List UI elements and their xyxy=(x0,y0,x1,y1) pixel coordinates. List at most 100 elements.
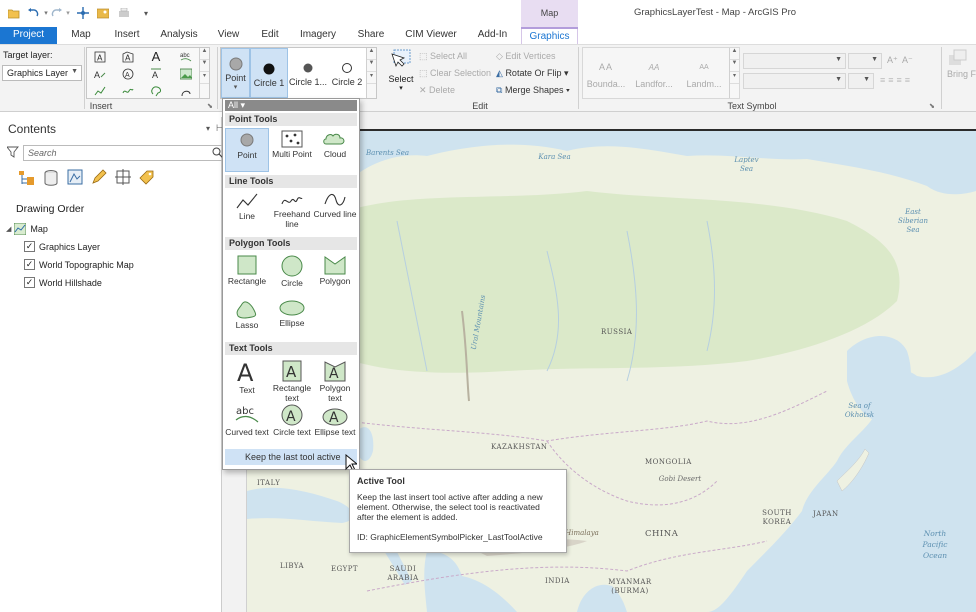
drawing-order-icon[interactable] xyxy=(18,169,36,189)
layer-row[interactable]: ✓ World Topographic Map xyxy=(24,259,134,270)
tab-add-in[interactable]: Add-In xyxy=(470,27,515,44)
gallery-item-circle-2[interactable]: Circle 2 xyxy=(328,48,366,98)
text-symbol-launcher-icon[interactable]: ⬊ xyxy=(929,102,935,110)
tool-circle-text[interactable]: A Circle text xyxy=(270,402,314,446)
tab-map[interactable]: Map xyxy=(62,27,100,44)
tab-imagery[interactable]: Imagery xyxy=(295,27,341,44)
curved-text-icon[interactable]: abc xyxy=(179,50,193,64)
print-icon[interactable] xyxy=(118,7,130,19)
selection-icon[interactable] xyxy=(67,169,83,187)
collapse-icon[interactable]: ◢ xyxy=(6,225,11,233)
redo-dropdown-icon[interactable]: ▾ xyxy=(62,7,74,19)
explore-icon[interactable] xyxy=(77,7,89,19)
layer-label: World Topographic Map xyxy=(39,259,134,270)
tab-insert[interactable]: Insert xyxy=(107,27,147,44)
tool-rectangle-text[interactable]: A Rectangle text xyxy=(270,358,314,403)
select-all-button[interactable]: ⬚ Select All xyxy=(419,51,467,62)
editing-icon[interactable] xyxy=(91,169,107,187)
polygon-text-icon[interactable]: A xyxy=(121,50,135,64)
layer-row[interactable]: ✓ Graphics Layer xyxy=(24,241,100,252)
tool-curved-line[interactable]: Curved line xyxy=(313,190,357,234)
circle-text-icon[interactable]: A xyxy=(121,67,135,81)
tab-view[interactable]: View xyxy=(211,27,246,44)
select-button[interactable]: Select ▾ xyxy=(387,48,415,92)
font-color-combo[interactable]: ▼ xyxy=(848,73,874,89)
tool-multi-point[interactable]: Multi Point xyxy=(270,128,314,172)
lasso-icon[interactable] xyxy=(149,84,163,98)
redo-icon[interactable] xyxy=(50,7,62,19)
tool-line[interactable]: Line xyxy=(225,190,269,234)
data-source-icon[interactable] xyxy=(43,169,59,189)
target-layer-combo[interactable]: Graphics Layer ▼ xyxy=(2,65,82,81)
labeling-icon[interactable] xyxy=(139,169,155,187)
tool-lasso[interactable]: Lasso xyxy=(225,297,269,341)
rotate-flip-button[interactable]: ◭ Rotate Or Flip ▾ xyxy=(496,68,569,79)
grow-font-icon[interactable]: A⁺ xyxy=(887,55,898,66)
gallery-item-circle-1-alt[interactable]: Circle 1... xyxy=(288,48,328,98)
line-icon[interactable] xyxy=(93,84,107,98)
align-icons[interactable]: ≡≡≡≡ xyxy=(880,75,913,85)
font-style-combo[interactable]: ▼ xyxy=(743,73,846,89)
tool-polygon-text[interactable]: A Polygon text xyxy=(313,358,357,403)
chevron-down-icon: ▼ xyxy=(863,76,870,83)
curve-icon[interactable] xyxy=(179,84,193,98)
layer-visibility-checkbox[interactable]: ✓ xyxy=(24,277,35,288)
search-input[interactable]: Search xyxy=(23,145,223,161)
tool-circle[interactable]: Circle xyxy=(270,253,314,297)
tool-freehand-line[interactable]: Freehand line xyxy=(270,190,314,234)
layer-visibility-checkbox[interactable]: ✓ xyxy=(24,241,35,252)
tool-cloud[interactable]: Cloud xyxy=(313,128,357,172)
tool-filter-dropdown[interactable]: All ▾ xyxy=(225,100,357,111)
tool-text[interactable]: A Text xyxy=(225,358,269,402)
tool-ellipse[interactable]: Ellipse xyxy=(270,297,314,341)
picture-icon[interactable] xyxy=(179,67,193,81)
delete-button[interactable]: ✕ Delete xyxy=(419,85,455,96)
tab-graphics[interactable]: Graphics xyxy=(521,27,578,44)
font-name-combo[interactable]: ▼ xyxy=(743,53,846,69)
snapping-icon[interactable] xyxy=(115,169,131,187)
tab-edit[interactable]: Edit xyxy=(254,27,286,44)
tool-point[interactable]: Point xyxy=(225,128,269,172)
text-symbol-landmark[interactable]: AA Landm... xyxy=(683,52,725,100)
tab-cim-viewer[interactable]: CIM Viewer xyxy=(400,27,462,44)
layer-visibility-checkbox[interactable]: ✓ xyxy=(24,259,35,270)
gallery-item-point[interactable]: Point ▾ xyxy=(221,48,250,98)
text-icon[interactable]: A xyxy=(149,49,163,64)
tab-analysis[interactable]: Analysis xyxy=(155,27,203,44)
insert-gallery-scroll[interactable]: ▲ ▼ ▾ xyxy=(199,48,209,98)
bookmark-icon[interactable] xyxy=(97,7,109,19)
text-symbol-boundary[interactable]: AA Bounda... xyxy=(585,52,627,100)
text-symbol-landform[interactable]: AA Landfor... xyxy=(633,52,675,100)
undo-icon[interactable] xyxy=(28,7,40,19)
tool-ellipse-text[interactable]: A Ellipse text xyxy=(313,402,357,446)
font-size-combo[interactable]: ▼ xyxy=(848,53,882,69)
shrink-font-icon[interactable]: A⁻ xyxy=(902,55,913,66)
gallery-item-circle-1[interactable]: Circle 1 xyxy=(250,48,288,98)
symbol-gallery-scroll[interactable]: ▲ ▼ ▾ xyxy=(366,48,376,98)
tool-label: Circle xyxy=(281,278,303,288)
merge-shapes-button[interactable]: ⧉ Merge Shapes ▾ xyxy=(496,85,570,96)
clear-selection-button[interactable]: ⬚ Clear Selection xyxy=(419,68,491,79)
tool-polygon[interactable]: Polygon xyxy=(313,253,357,297)
text-symbol-scroll[interactable]: ▲ ▼ ▾ xyxy=(729,48,739,98)
tab-share[interactable]: Share xyxy=(352,27,390,44)
filter-icon[interactable] xyxy=(6,146,19,160)
open-folder-icon[interactable] xyxy=(8,7,20,19)
tab-project[interactable]: Project xyxy=(0,27,57,44)
edit-vertices-button[interactable]: ◇ Edit Vertices xyxy=(496,51,555,62)
layer-label: World Hillshade xyxy=(39,277,102,288)
freehand-icon[interactable] xyxy=(121,84,135,98)
rectangle-text-icon[interactable]: A xyxy=(93,50,107,64)
customize-toolbar-icon[interactable]: ▾ xyxy=(140,7,152,19)
keep-last-tool-active-toggle[interactable]: Keep the last tool active xyxy=(225,449,357,465)
tool-curved-text[interactable]: abc Curved text xyxy=(225,402,269,446)
layer-row[interactable]: ✓ World Hillshade xyxy=(24,277,102,288)
map-node[interactable]: ◢ Map xyxy=(6,223,48,235)
pane-menu-icon[interactable]: ▾ xyxy=(206,124,210,133)
pan-text-icon[interactable]: A xyxy=(149,67,163,81)
target-layer-label: Target layer: xyxy=(3,50,53,60)
bring-forward-button[interactable]: Bring Forward xyxy=(947,49,976,79)
insert-launcher-icon[interactable]: ⬊ xyxy=(207,102,213,110)
follow-text-icon[interactable]: A xyxy=(93,67,107,81)
tool-rectangle[interactable]: Rectangle xyxy=(225,253,269,297)
